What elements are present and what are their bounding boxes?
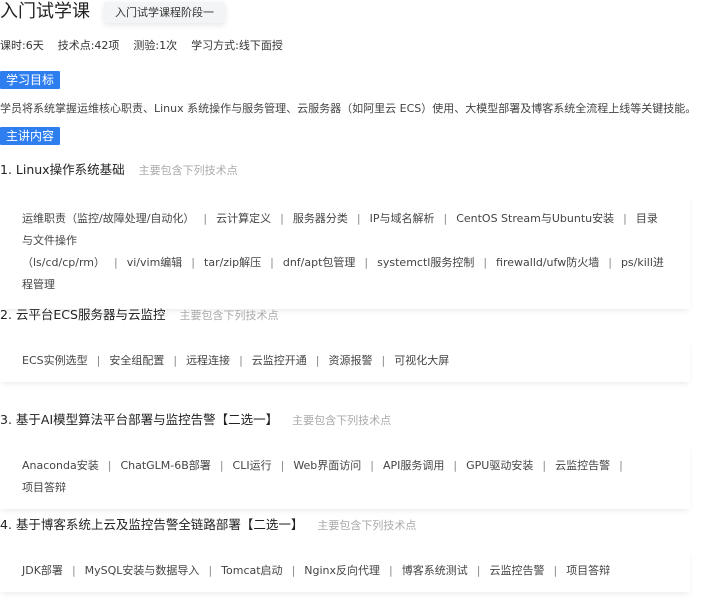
topic-item: 运维职责（监控/故障处理/自动化）: [22, 212, 195, 225]
topic-item: GPU驱动安装: [466, 459, 534, 472]
course-page: 入门试学课 入门试学课程阶段一 课时:6天 技术点:42项 测验:1次 学习方式…: [0, 0, 704, 600]
course-header: 入门试学课 入门试学课程阶段一: [0, 0, 225, 24]
topic-list: ECS实例选型 | 安全组配置 | 远程连接 | 云监控开通 | 资源报警 | 可视化大屏: [0, 340, 690, 382]
goal-description: 学员将系统掌握运维核心职责、Linux 系统操作与服务管理、云服务器（如阿里云 …: [0, 102, 697, 115]
topic-item: 资源报警: [328, 354, 373, 367]
topic-item: ECS实例选型: [22, 354, 88, 367]
meta-learning-mode: 学习方式:线下面授: [191, 39, 283, 52]
module-4: 4. 基于博客系统上云及监控告警全链路部署【二选一】 主要包含下列技术点 JDK…: [0, 514, 690, 592]
meta-tech-points: 技术点:42项: [57, 39, 120, 52]
module-title: 4. 基于博客系统上云及监控告警全链路部署【二选一】: [0, 517, 304, 532]
topic-list: 运维职责（监控/故障处理/自动化） | 云计算定义 | 服务器分类 | IP与域名解析 | Ce…: [0, 195, 690, 309]
content-badge: 主讲内容: [0, 127, 61, 145]
topic-item: systemctl服务控制: [377, 256, 475, 269]
module-subtitle: 主要包含下列技术点: [138, 164, 238, 177]
topic-item: firewalld/ufw防火墙: [496, 256, 600, 269]
module-subtitle: 主要包含下列技术点: [292, 414, 392, 427]
topic-item: 云监控告警: [489, 564, 545, 577]
topic-item: API服务调用: [383, 459, 445, 472]
stage-tag[interactable]: 入门试学课程阶段一: [104, 1, 225, 23]
meta-quiz: 测验:1次: [133, 39, 178, 52]
topic-list: JDK部署 | MySQL安装与数据导入 | Tomcat启动 | Nginx反向代理 | 博客…: [0, 550, 690, 592]
topic-list: Anaconda安装 | ChatGLM-6B部署 | CLI运行 | Web界面访问 | AP…: [0, 445, 690, 509]
module-header: 4. 基于博客系统上云及监控告警全链路部署【二选一】 主要包含下列技术点: [0, 514, 690, 534]
module-1: 1. Linux操作系统基础 主要包含下列技术点 运维职责（监控/故障处理/自动…: [0, 159, 690, 309]
topic-item: 服务器分类: [292, 212, 348, 225]
topic-item: 云监控告警: [555, 459, 611, 472]
topic-item: 远程连接: [186, 354, 231, 367]
module-3: 3. 基于AI模型算法平台部署与监控告警【二选一】 主要包含下列技术点 Anac…: [0, 409, 690, 509]
module-header: 3. 基于AI模型算法平台部署与监控告警【二选一】 主要包含下列技术点: [0, 409, 690, 429]
topic-item: MySQL安装与数据导入: [84, 564, 200, 577]
module-header: 1. Linux操作系统基础 主要包含下列技术点: [0, 159, 690, 179]
topic-item: ChatGLM-6B部署: [120, 459, 211, 472]
module-2: 2. 云平台ECS服务器与云监控 主要包含下列技术点 ECS实例选型 | 安全组配置…: [0, 304, 690, 382]
topic-item: Nginx反向代理: [304, 564, 381, 577]
topic-item: Web界面访问: [293, 459, 362, 472]
topic-item: 安全组配置: [109, 354, 165, 367]
meta-duration: 课时:6天: [0, 39, 44, 52]
module-title: 2. 云平台ECS服务器与云监控: [0, 307, 166, 322]
module-subtitle: 主要包含下列技术点: [317, 519, 417, 532]
topic-item: 云监控开通: [251, 354, 307, 367]
module-title: 1. Linux操作系统基础: [0, 162, 125, 177]
module-header: 2. 云平台ECS服务器与云监控 主要包含下列技术点: [0, 304, 690, 324]
topic-item: Anaconda安装: [22, 459, 99, 472]
topic-item: JDK部署: [22, 564, 63, 577]
topic-item: vi/vim编辑: [126, 256, 183, 269]
topic-item: 项目答辩: [22, 481, 66, 494]
course-meta: 课时:6天 技术点:42项 测验:1次 学习方式:线下面授: [0, 37, 297, 53]
topic-item: 博客系统测试: [401, 564, 468, 577]
topic-item: 云计算定义: [216, 212, 272, 225]
topic-item: Tomcat启动: [221, 564, 283, 577]
topic-item: 可视化大屏: [394, 354, 450, 367]
module-subtitle: 主要包含下列技术点: [179, 309, 279, 322]
course-title: 入门试学课: [0, 1, 90, 22]
goal-badge: 学习目标: [0, 71, 61, 89]
topic-item: CentOS Stream与Ubuntu安装: [456, 212, 615, 225]
module-title: 3. 基于AI模型算法平台部署与监控告警【二选一】: [0, 412, 279, 427]
topic-item: CLI运行: [232, 459, 272, 472]
topic-item: IP与域名解析: [369, 212, 435, 225]
topic-item: tar/zip解压: [204, 256, 262, 269]
topic-item: dnf/apt包管理: [282, 256, 356, 269]
topic-item: 项目答辩: [566, 564, 611, 577]
